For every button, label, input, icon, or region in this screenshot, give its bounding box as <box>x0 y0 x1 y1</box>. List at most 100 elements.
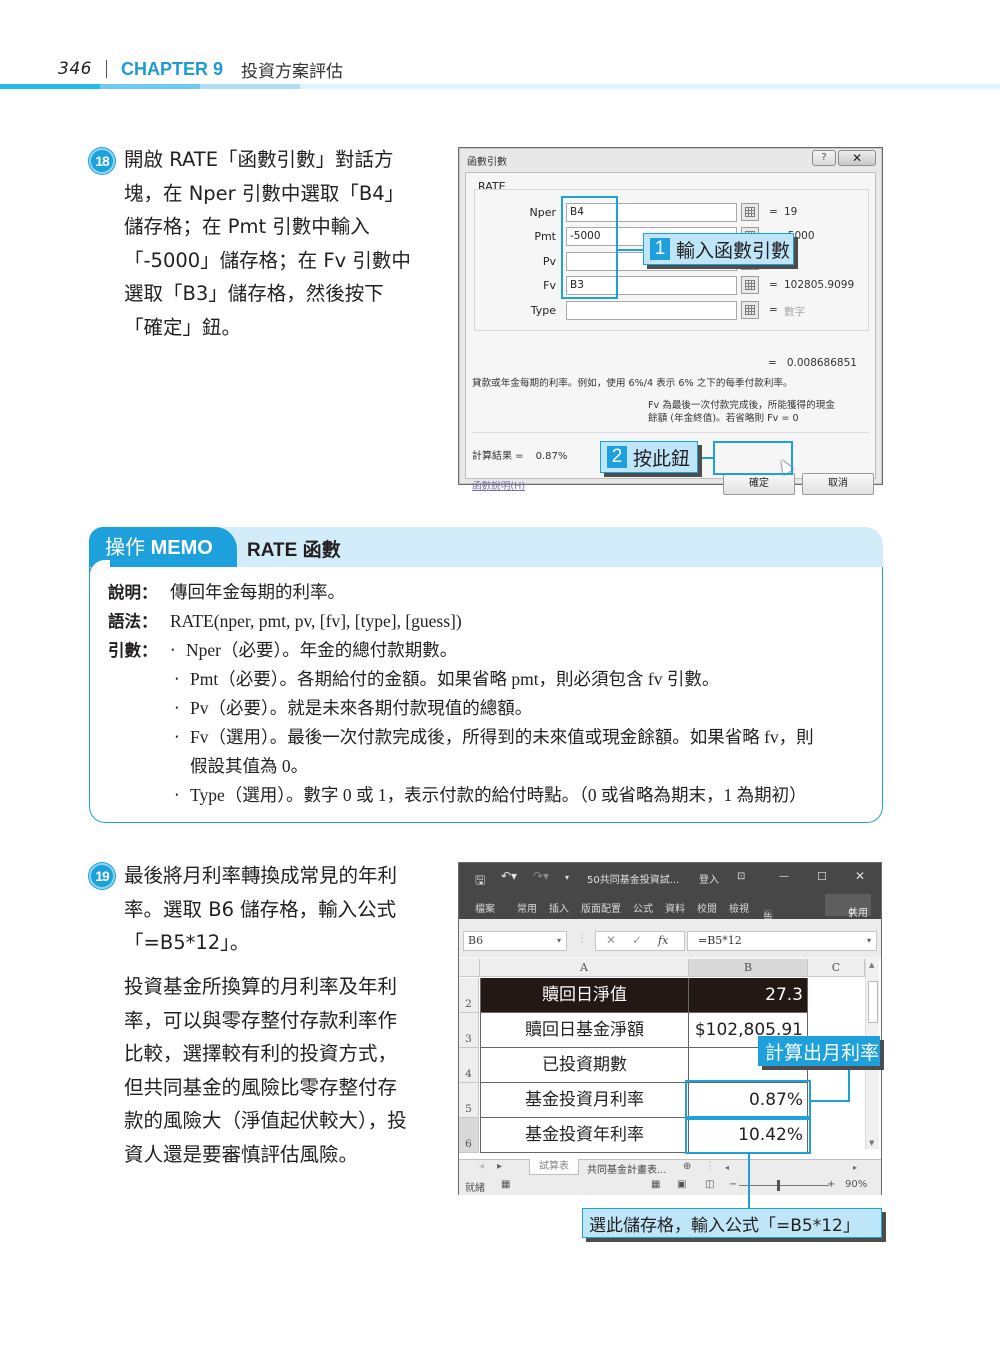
type-input[interactable] <box>566 301 737 320</box>
minimize-icon[interactable]: — <box>779 871 789 882</box>
signin-link[interactable]: 登入 <box>699 871 719 886</box>
memo-tag-en: MEMO <box>150 537 213 559</box>
zoom-slider-thumb[interactable] <box>777 1180 780 1191</box>
collapse-dialog-icon[interactable] <box>741 276 759 294</box>
step-18-line: 開啟 RATE「函數引數」對話方 <box>124 148 394 171</box>
undo-icon[interactable]: ↶▾ <box>501 869 517 883</box>
insert-function-icon[interactable]: fx <box>658 934 668 947</box>
cell-a6[interactable]: 基金投資年利率 <box>480 1118 689 1153</box>
scroll-down-icon[interactable]: ▼ <box>869 1139 874 1147</box>
memo-arg-line: ‧ Pmt（必要）。各期給付的金額。如果省略 pmt，則必須包含 fv 引數。 <box>174 666 719 691</box>
row-header[interactable]: 4 <box>459 1048 479 1083</box>
collapse-dialog-icon[interactable] <box>741 203 759 221</box>
redo-icon[interactable]: ↷▾ <box>533 869 549 883</box>
row-header[interactable]: 3 <box>459 1013 479 1048</box>
tab-file[interactable]: 檔案 <box>475 900 495 915</box>
zoom-in-icon[interactable]: + <box>827 1179 835 1190</box>
name-box[interactable]: B6 ▾ <box>463 931 567 951</box>
step-18-line: 塊，在 Nper 引數中選取「B4」 <box>124 181 405 205</box>
cell-a2[interactable]: 贖回日淨值 <box>480 978 689 1013</box>
close-button[interactable]: ✕ <box>838 150 876 166</box>
formula-bar: B6 ▾ ⋮ ✕ ✓ fx =B5*12 ▾ <box>459 919 881 957</box>
prev-sheet-icon[interactable]: ◂ <box>479 1161 484 1172</box>
paragraph-line: 比較，選擇較有利的投資方式， <box>124 1042 398 1065</box>
formula-input[interactable]: =B5*12 ▾ <box>687 931 877 951</box>
save-icon[interactable]: 🖫 <box>475 871 485 892</box>
cancel-entry-icon[interactable]: ✕ <box>606 933 616 947</box>
cell-a3[interactable]: 贖回日基金淨額 <box>480 1013 689 1048</box>
column-header-b[interactable]: B <box>689 959 808 977</box>
sheet-tab-active[interactable]: 試算表 <box>529 1159 579 1175</box>
tab-home[interactable]: 常用 <box>517 900 537 915</box>
memo-label: 說明： <box>108 583 158 602</box>
calc-result-value: 0.87% <box>535 451 568 462</box>
ribbon-tabs: 檔案 常用 插入 版面配置 公式 資料 校閱 檢視 ♡ 告訴我 ⚲共用 <box>459 891 881 954</box>
scrollbar-thumb[interactable] <box>868 981 878 1023</box>
chevron-down-icon[interactable]: ▾ <box>867 932 871 950</box>
next-sheet-icon[interactable]: ▸ <box>497 1161 502 1172</box>
arg-label-type: Type <box>530 304 556 317</box>
header-bar-segment <box>200 84 300 89</box>
divider <box>472 432 869 433</box>
collapse-dialog-icon[interactable] <box>741 301 759 319</box>
row-header[interactable]: 5 <box>459 1083 479 1118</box>
ok-button[interactable]: 確定 <box>723 473 795 495</box>
tab-review[interactable]: 校閱 <box>697 900 717 915</box>
callout-connector <box>618 249 644 251</box>
name-box-value: B6 <box>468 934 484 947</box>
argument-description: Fv 為最後一次付款完成後，所能獲得的現金 餘額 (年金終值)。若省略則 Fv … <box>648 399 835 425</box>
chevron-down-icon[interactable]: ▾ <box>557 932 561 950</box>
select-all-corner[interactable] <box>459 959 480 977</box>
row-header[interactable]: 2 <box>459 978 479 1013</box>
add-sheet-icon[interactable]: ⊕ <box>683 1161 691 1172</box>
customize-toolbar-icon[interactable]: ▾ <box>565 873 569 882</box>
arg-label-fv: Fv <box>543 279 556 292</box>
header-bar-segment <box>100 84 200 89</box>
normal-view-icon[interactable]: ▦ <box>651 1179 660 1190</box>
confirm-entry-icon[interactable]: ✓ <box>632 933 642 947</box>
dialog-body: RATE Nper B4 = 19 Pmt -5000 = -5000 Pv F… <box>465 172 876 495</box>
cell-a4[interactable]: 已投資期數 <box>480 1048 689 1083</box>
cell-b2[interactable]: 27.3 <box>689 978 808 1013</box>
page-break-view-icon[interactable]: ◫ <box>705 1179 714 1190</box>
tab-view[interactable]: 檢視 <box>729 900 749 915</box>
share-button[interactable]: ⚲ 共用 <box>825 894 871 919</box>
arg-label-nper: Nper <box>529 206 556 219</box>
step-18-line: 「-5000」儲存格；在 Fv 引數中 <box>124 248 411 272</box>
excel-window: 🖫 ↶▾ ↷▾ ▾ 50共同基金投資試... 登入 ⊡ — ☐ ✕ 檔案 常用 … <box>458 862 882 1195</box>
page-layout-view-icon[interactable]: ▣ <box>677 1179 686 1190</box>
tab-insert[interactable]: 插入 <box>549 900 569 915</box>
tab-page-layout[interactable]: 版面配置 <box>581 900 621 915</box>
memo-arg-continuation: 假設其值為 0。 <box>190 756 309 776</box>
memo-arg-item: Pmt（必要）。各期給付的金額。如果省略 pmt，則必須包含 fv 引數。 <box>190 669 720 689</box>
memo-body: 說明： 傳回年金每期的利率。 語法： RATE(nper, pmt, pv, [fv… <box>89 559 883 823</box>
help-button[interactable]: ? <box>812 150 836 166</box>
sheet-tab[interactable]: 共同基金計畫表... <box>587 1161 667 1176</box>
macro-record-icon[interactable]: ▦ <box>501 1179 510 1190</box>
maximize-icon[interactable]: ☐ <box>817 870 827 883</box>
tab-data[interactable]: 資料 <box>665 900 685 915</box>
paragraph-line: 率，可以與零存整付存款利率作 <box>124 1008 398 1032</box>
callout-connector <box>848 1063 850 1102</box>
tab-formulas[interactable]: 公式 <box>633 900 653 915</box>
scroll-left-icon[interactable]: ◂ <box>725 1163 729 1172</box>
cell-a5[interactable]: 基金投資月利率 <box>480 1083 689 1118</box>
function-description: 貸款或年金每期的利率。例如，使用 6%/4 表示 6% 之下的每季付款利率。 <box>472 378 793 389</box>
scroll-right-icon[interactable]: ▸ <box>853 1163 857 1172</box>
row-header[interactable]: 6 <box>459 1118 479 1153</box>
column-header-c[interactable]: C <box>808 959 865 977</box>
page-number: 346 <box>58 59 92 79</box>
zoom-slider[interactable] <box>739 1185 829 1186</box>
column-header-a[interactable]: A <box>480 959 689 977</box>
scroll-up-icon[interactable]: ▲ <box>869 961 874 969</box>
cancel-button[interactable]: 取消 <box>802 473 874 495</box>
file-title: 50共同基金投資試... <box>587 875 680 886</box>
step-19-line: 「=B5*12」。 <box>124 931 250 954</box>
close-icon[interactable]: ✕ <box>855 869 865 883</box>
step-18-line: 儲存格；在 Pmt 引數中輸入 <box>124 215 370 238</box>
zoom-out-icon[interactable]: − <box>729 1179 737 1190</box>
equals-sign: = <box>769 304 778 316</box>
function-help-link[interactable]: 函數說明(H) <box>472 478 525 492</box>
ribbon-display-icon[interactable]: ⊡ <box>737 871 745 882</box>
page-header: 346 CHAPTER 9 投資方案評估 <box>58 56 343 82</box>
